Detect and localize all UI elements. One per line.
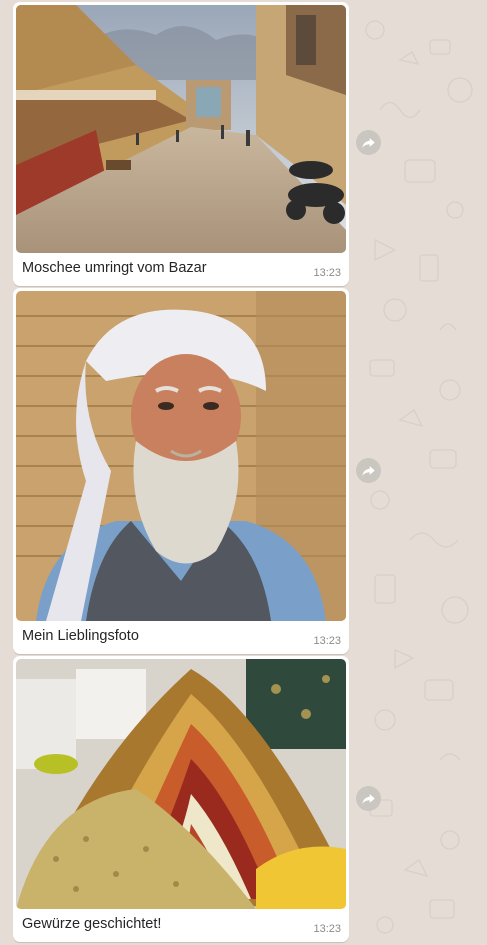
message-time: 13:23 <box>313 635 341 647</box>
message-photo[interactable] <box>16 5 346 253</box>
image-message[interactable]: Mein Lieblingsfoto 13:23 <box>13 288 349 654</box>
message-photo[interactable] <box>16 291 346 621</box>
message-caption: Mein Lieblingsfoto <box>22 628 139 644</box>
caption-row: Moschee umringt vom Bazar 13:23 <box>16 253 346 283</box>
message-time: 13:23 <box>313 267 341 279</box>
forward-arrow-icon <box>362 794 375 805</box>
forward-button[interactable] <box>356 130 381 155</box>
chat-pane: Moschee umringt vom Bazar 13:23 Mein Lie… <box>0 0 487 945</box>
forward-arrow-icon <box>362 466 375 477</box>
image-message[interactable]: Moschee umringt vom Bazar 13:23 <box>13 2 349 286</box>
message-caption: Moschee umringt vom Bazar <box>22 260 207 276</box>
caption-row: Mein Lieblingsfoto 13:23 <box>16 621 346 651</box>
image-message[interactable]: Gewürze geschichtet! 13:23 <box>13 656 349 942</box>
forward-arrow-icon <box>362 138 375 149</box>
forward-button[interactable] <box>356 786 381 811</box>
caption-row: Gewürze geschichtet! 13:23 <box>16 909 346 939</box>
message-photo[interactable] <box>16 659 346 909</box>
message-caption: Gewürze geschichtet! <box>22 916 162 932</box>
forward-button[interactable] <box>356 458 381 483</box>
message-time: 13:23 <box>313 923 341 935</box>
